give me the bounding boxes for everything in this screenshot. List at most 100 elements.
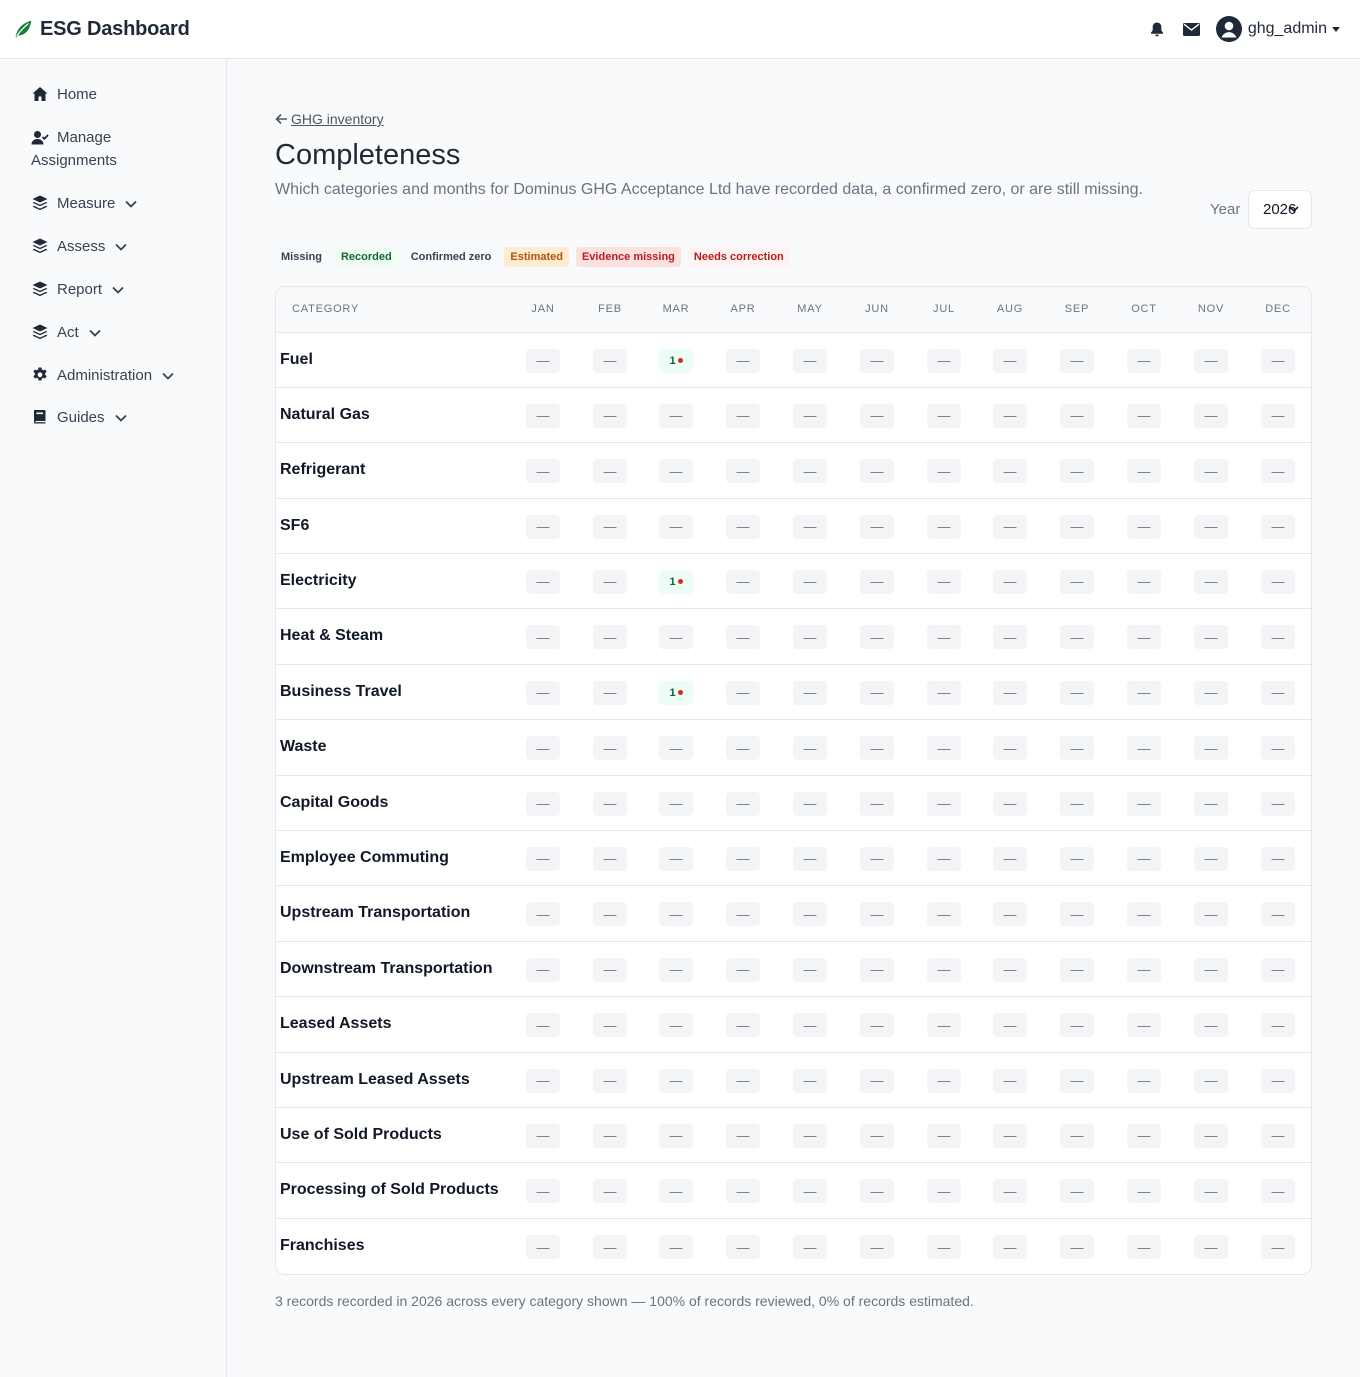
cell-missing[interactable]: —	[526, 902, 560, 926]
cell-missing[interactable]: —	[1127, 403, 1161, 428]
cell-missing[interactable]: —	[593, 459, 627, 483]
cell-missing[interactable]: —	[526, 514, 560, 539]
mail-icon[interactable]	[1182, 19, 1202, 39]
cell-missing[interactable]: —	[593, 1013, 627, 1037]
cell-missing[interactable]: —	[993, 569, 1027, 594]
cell-missing[interactable]: —	[1194, 1123, 1228, 1148]
cell-missing[interactable]: —	[860, 957, 894, 982]
cell-missing[interactable]: —	[1060, 514, 1094, 539]
cell-missing[interactable]: —	[793, 625, 827, 649]
cell-missing[interactable]: —	[927, 680, 961, 705]
cell-recorded[interactable]: 1	[659, 348, 693, 373]
cell-missing[interactable]: —	[593, 1068, 627, 1093]
user-menu[interactable]: ghg_admin	[1215, 16, 1340, 42]
cell-missing[interactable]: —	[726, 846, 760, 871]
cell-missing[interactable]: —	[1194, 514, 1228, 539]
cell-missing[interactable]: —	[1127, 736, 1161, 760]
cell-missing[interactable]: —	[593, 569, 627, 594]
cell-missing[interactable]: —	[993, 459, 1027, 483]
cell-missing[interactable]: —	[793, 1123, 827, 1148]
cell-missing[interactable]: —	[659, 957, 693, 982]
cell-missing[interactable]: —	[927, 459, 961, 483]
cell-missing[interactable]: —	[526, 680, 560, 705]
cell-missing[interactable]: —	[526, 1235, 560, 1259]
cell-missing[interactable]: —	[1060, 957, 1094, 982]
cell-missing[interactable]: —	[1127, 625, 1161, 649]
cell-missing[interactable]: —	[726, 736, 760, 760]
cell-missing[interactable]: —	[659, 625, 693, 649]
cell-recorded[interactable]: 1	[659, 569, 693, 594]
cell-missing[interactable]: —	[860, 736, 894, 760]
cell-missing[interactable]: —	[1194, 1179, 1228, 1203]
cell-missing[interactable]: —	[1127, 1013, 1161, 1037]
cell-missing[interactable]: —	[1194, 625, 1228, 649]
cell-missing[interactable]: —	[860, 403, 894, 428]
cell-missing[interactable]: —	[793, 680, 827, 705]
cell-missing[interactable]: —	[726, 403, 760, 428]
cell-missing[interactable]: —	[993, 1123, 1027, 1148]
cell-missing[interactable]: —	[659, 791, 693, 816]
brand[interactable]: ESG Dashboard	[12, 18, 190, 41]
cell-missing[interactable]: —	[1127, 459, 1161, 483]
cell-missing[interactable]: —	[526, 846, 560, 871]
cell-missing[interactable]: —	[1127, 846, 1161, 871]
cell-missing[interactable]: —	[659, 736, 693, 760]
cell-missing[interactable]: —	[1194, 791, 1228, 816]
cell-missing[interactable]: —	[1194, 1068, 1228, 1093]
sidebar-item-manage-assignments[interactable]: Manage Assignments	[31, 126, 141, 172]
cell-missing[interactable]: —	[726, 1013, 760, 1037]
cell-missing[interactable]: —	[726, 348, 760, 373]
cell-missing[interactable]: —	[860, 1068, 894, 1093]
cell-missing[interactable]: —	[1060, 846, 1094, 871]
cell-missing[interactable]: —	[1060, 1179, 1094, 1203]
cell-missing[interactable]: —	[726, 514, 760, 539]
cell-missing[interactable]: —	[1127, 1068, 1161, 1093]
cell-missing[interactable]: —	[993, 1013, 1027, 1037]
cell-missing[interactable]: —	[1261, 1068, 1295, 1093]
cell-missing[interactable]: —	[1127, 348, 1161, 373]
cell-missing[interactable]: —	[1127, 1179, 1161, 1203]
cell-missing[interactable]: —	[593, 1179, 627, 1203]
cell-missing[interactable]: —	[593, 680, 627, 705]
cell-missing[interactable]: —	[593, 846, 627, 871]
cell-missing[interactable]: —	[927, 846, 961, 871]
cell-missing[interactable]: —	[793, 736, 827, 760]
cell-missing[interactable]: —	[1060, 791, 1094, 816]
cell-missing[interactable]: —	[927, 1179, 961, 1203]
cell-missing[interactable]: —	[593, 403, 627, 428]
cell-missing[interactable]: —	[1127, 569, 1161, 594]
cell-missing[interactable]: —	[659, 403, 693, 428]
cell-missing[interactable]: —	[793, 459, 827, 483]
cell-missing[interactable]: —	[659, 846, 693, 871]
sidebar-item-act[interactable]: Act	[31, 321, 102, 344]
cell-missing[interactable]: —	[593, 957, 627, 982]
cell-missing[interactable]: —	[526, 736, 560, 760]
cell-missing[interactable]: —	[793, 791, 827, 816]
cell-missing[interactable]: —	[927, 791, 961, 816]
cell-missing[interactable]: —	[726, 569, 760, 594]
cell-missing[interactable]: —	[993, 680, 1027, 705]
cell-missing[interactable]: —	[1060, 680, 1094, 705]
cell-missing[interactable]: —	[1261, 1013, 1295, 1037]
cell-missing[interactable]: —	[793, 348, 827, 373]
cell-missing[interactable]: —	[526, 348, 560, 373]
cell-missing[interactable]: —	[659, 459, 693, 483]
cell-missing[interactable]: —	[1261, 791, 1295, 816]
cell-missing[interactable]: —	[1060, 1123, 1094, 1148]
cell-missing[interactable]: —	[1060, 403, 1094, 428]
cell-missing[interactable]: —	[1261, 625, 1295, 649]
cell-missing[interactable]: —	[659, 1235, 693, 1259]
cell-missing[interactable]: —	[726, 957, 760, 982]
cell-missing[interactable]: —	[526, 625, 560, 649]
cell-missing[interactable]: —	[793, 1235, 827, 1259]
cell-missing[interactable]: —	[1127, 514, 1161, 539]
cell-missing[interactable]: —	[927, 348, 961, 373]
cell-missing[interactable]: —	[927, 1068, 961, 1093]
cell-missing[interactable]: —	[1127, 791, 1161, 816]
cell-missing[interactable]: —	[793, 1068, 827, 1093]
cell-missing[interactable]: —	[593, 1235, 627, 1259]
cell-missing[interactable]: —	[593, 348, 627, 373]
cell-missing[interactable]: —	[860, 569, 894, 594]
cell-missing[interactable]: —	[659, 902, 693, 926]
cell-missing[interactable]: —	[1194, 1235, 1228, 1259]
